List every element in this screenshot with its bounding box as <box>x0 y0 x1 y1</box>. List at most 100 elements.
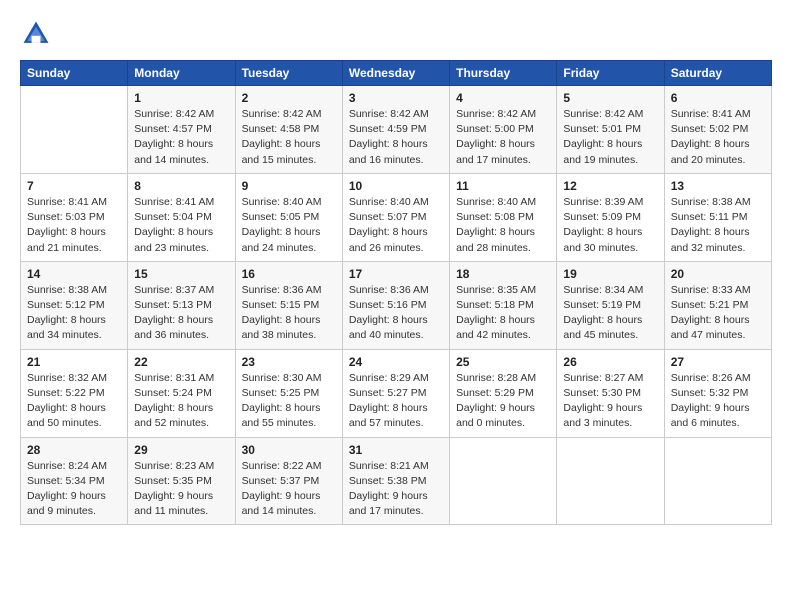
calendar-cell: 12Sunrise: 8:39 AMSunset: 5:09 PMDayligh… <box>557 173 664 261</box>
day-info: Sunrise: 8:35 AMSunset: 5:18 PMDaylight:… <box>456 283 550 344</box>
day-info: Sunrise: 8:28 AMSunset: 5:29 PMDaylight:… <box>456 371 550 432</box>
day-number: 15 <box>134 267 228 281</box>
calendar-cell: 15 Sunrise: 8:37 AMSunset: 5:13 PMDayligh… <box>128 261 235 349</box>
calendar-cell: 27Sunrise: 8:26 AMSunset: 5:32 PMDayligh… <box>664 349 771 437</box>
day-number: 19 <box>563 267 657 281</box>
day-info: Sunrise: 8:36 AMSunset: 5:15 PMDaylight:… <box>242 283 336 344</box>
day-info: Sunrise: 8:29 AMSunset: 5:27 PMDaylight:… <box>349 371 443 432</box>
calendar-cell: 13 Sunrise: 8:38 AMSunset: 5:11 PMDayligh… <box>664 173 771 261</box>
calendar-cell: 19 Sunrise: 8:34 AMSunset: 5:19 PMDayligh… <box>557 261 664 349</box>
col-header-saturday: Saturday <box>664 61 771 86</box>
logo <box>20 18 56 50</box>
calendar-cell: 25 Sunrise: 8:28 AMSunset: 5:29 PMDayligh… <box>450 349 557 437</box>
calendar-cell: 11Sunrise: 8:40 AMSunset: 5:08 PMDayligh… <box>450 173 557 261</box>
calendar-week-row: 21 Sunrise: 8:32 AMSunset: 5:22 PMDayligh… <box>21 349 772 437</box>
day-number: 10 <box>349 179 443 193</box>
day-number: 5 <box>563 91 657 105</box>
day-number: 29 <box>134 443 228 457</box>
calendar-cell: 9 Sunrise: 8:40 AMSunset: 5:05 PMDaylight… <box>235 173 342 261</box>
day-info: Sunrise: 8:37 AMSunset: 5:13 PMDaylight:… <box>134 283 228 344</box>
calendar-cell: 21 Sunrise: 8:32 AMSunset: 5:22 PMDayligh… <box>21 349 128 437</box>
page: SundayMondayTuesdayWednesdayThursdayFrid… <box>0 0 792 612</box>
day-number: 22 <box>134 355 228 369</box>
day-info: Sunrise: 8:21 AMSunset: 5:38 PMDaylight:… <box>349 459 443 520</box>
day-number: 6 <box>671 91 765 105</box>
calendar-cell: 24 Sunrise: 8:29 AMSunset: 5:27 PMDayligh… <box>342 349 449 437</box>
day-number: 25 <box>456 355 550 369</box>
col-header-friday: Friday <box>557 61 664 86</box>
day-info: Sunrise: 8:36 AMSunset: 5:16 PMDaylight:… <box>349 283 443 344</box>
day-info: Sunrise: 8:34 AMSunset: 5:19 PMDaylight:… <box>563 283 657 344</box>
calendar-cell: 6 Sunrise: 8:41 AMSunset: 5:02 PMDaylight… <box>664 86 771 174</box>
day-info: Sunrise: 8:38 AMSunset: 5:11 PMDaylight:… <box>671 195 765 256</box>
day-info: Sunrise: 8:42 AMSunset: 4:59 PMDaylight:… <box>349 107 443 168</box>
calendar-week-row: 1 Sunrise: 8:42 AMSunset: 4:57 PMDaylight… <box>21 86 772 174</box>
calendar-cell: 8Sunrise: 8:41 AMSunset: 5:04 PMDaylight… <box>128 173 235 261</box>
col-header-thursday: Thursday <box>450 61 557 86</box>
day-info: Sunrise: 8:42 AMSunset: 5:00 PMDaylight:… <box>456 107 550 168</box>
day-number: 24 <box>349 355 443 369</box>
calendar-cell: 1 Sunrise: 8:42 AMSunset: 4:57 PMDaylight… <box>128 86 235 174</box>
day-number: 31 <box>349 443 443 457</box>
col-header-tuesday: Tuesday <box>235 61 342 86</box>
day-info: Sunrise: 8:42 AMSunset: 4:58 PMDaylight:… <box>242 107 336 168</box>
day-info: Sunrise: 8:41 AMSunset: 5:03 PMDaylight:… <box>27 195 121 256</box>
day-number: 12 <box>563 179 657 193</box>
header <box>20 18 772 50</box>
calendar-cell: 23Sunrise: 8:30 AMSunset: 5:25 PMDayligh… <box>235 349 342 437</box>
calendar-cell: 29 Sunrise: 8:23 AMSunset: 5:35 PMDayligh… <box>128 437 235 525</box>
calendar-cell <box>450 437 557 525</box>
calendar-cell: 20 Sunrise: 8:33 AMSunset: 5:21 PMDayligh… <box>664 261 771 349</box>
calendar-cell <box>664 437 771 525</box>
calendar-cell: 31 Sunrise: 8:21 AMSunset: 5:38 PMDayligh… <box>342 437 449 525</box>
day-number: 30 <box>242 443 336 457</box>
col-header-monday: Monday <box>128 61 235 86</box>
day-number: 7 <box>27 179 121 193</box>
day-info: Sunrise: 8:41 AMSunset: 5:02 PMDaylight:… <box>671 107 765 168</box>
day-number: 2 <box>242 91 336 105</box>
calendar-cell: 5 Sunrise: 8:42 AMSunset: 5:01 PMDaylight… <box>557 86 664 174</box>
day-number: 13 <box>671 179 765 193</box>
calendar-week-row: 14Sunrise: 8:38 AMSunset: 5:12 PMDayligh… <box>21 261 772 349</box>
calendar-cell: 2 Sunrise: 8:42 AMSunset: 4:58 PMDaylight… <box>235 86 342 174</box>
calendar-week-row: 28Sunrise: 8:24 AMSunset: 5:34 PMDayligh… <box>21 437 772 525</box>
calendar-cell: 26 Sunrise: 8:27 AMSunset: 5:30 PMDayligh… <box>557 349 664 437</box>
calendar-cell: 22 Sunrise: 8:31 AMSunset: 5:24 PMDayligh… <box>128 349 235 437</box>
calendar-cell: 18 Sunrise: 8:35 AMSunset: 5:18 PMDayligh… <box>450 261 557 349</box>
calendar-cell <box>21 86 128 174</box>
day-info: Sunrise: 8:33 AMSunset: 5:21 PMDaylight:… <box>671 283 765 344</box>
day-number: 26 <box>563 355 657 369</box>
day-info: Sunrise: 8:23 AMSunset: 5:35 PMDaylight:… <box>134 459 228 520</box>
day-number: 21 <box>27 355 121 369</box>
logo-icon <box>20 18 52 50</box>
day-info: Sunrise: 8:40 AMSunset: 5:08 PMDaylight:… <box>456 195 550 256</box>
day-number: 23 <box>242 355 336 369</box>
day-number: 1 <box>134 91 228 105</box>
day-info: Sunrise: 8:31 AMSunset: 5:24 PMDaylight:… <box>134 371 228 432</box>
calendar-cell <box>557 437 664 525</box>
day-info: Sunrise: 8:42 AMSunset: 4:57 PMDaylight:… <box>134 107 228 168</box>
calendar-cell: 17 Sunrise: 8:36 AMSunset: 5:16 PMDayligh… <box>342 261 449 349</box>
day-number: 3 <box>349 91 443 105</box>
calendar-cell: 28Sunrise: 8:24 AMSunset: 5:34 PMDayligh… <box>21 437 128 525</box>
col-header-wednesday: Wednesday <box>342 61 449 86</box>
day-info: Sunrise: 8:27 AMSunset: 5:30 PMDaylight:… <box>563 371 657 432</box>
day-info: Sunrise: 8:40 AMSunset: 5:05 PMDaylight:… <box>242 195 336 256</box>
day-number: 20 <box>671 267 765 281</box>
day-info: Sunrise: 8:40 AMSunset: 5:07 PMDaylight:… <box>349 195 443 256</box>
calendar-cell: 16 Sunrise: 8:36 AMSunset: 5:15 PMDayligh… <box>235 261 342 349</box>
day-info: Sunrise: 8:32 AMSunset: 5:22 PMDaylight:… <box>27 371 121 432</box>
calendar-cell: 7 Sunrise: 8:41 AMSunset: 5:03 PMDaylight… <box>21 173 128 261</box>
calendar-cell: 14Sunrise: 8:38 AMSunset: 5:12 PMDayligh… <box>21 261 128 349</box>
col-header-sunday: Sunday <box>21 61 128 86</box>
day-info: Sunrise: 8:42 AMSunset: 5:01 PMDaylight:… <box>563 107 657 168</box>
calendar-week-row: 7 Sunrise: 8:41 AMSunset: 5:03 PMDaylight… <box>21 173 772 261</box>
day-number: 9 <box>242 179 336 193</box>
day-number: 27 <box>671 355 765 369</box>
day-number: 18 <box>456 267 550 281</box>
calendar-table: SundayMondayTuesdayWednesdayThursdayFrid… <box>20 60 772 525</box>
day-number: 16 <box>242 267 336 281</box>
day-info: Sunrise: 8:24 AMSunset: 5:34 PMDaylight:… <box>27 459 121 520</box>
day-info: Sunrise: 8:41 AMSunset: 5:04 PMDaylight:… <box>134 195 228 256</box>
day-number: 17 <box>349 267 443 281</box>
